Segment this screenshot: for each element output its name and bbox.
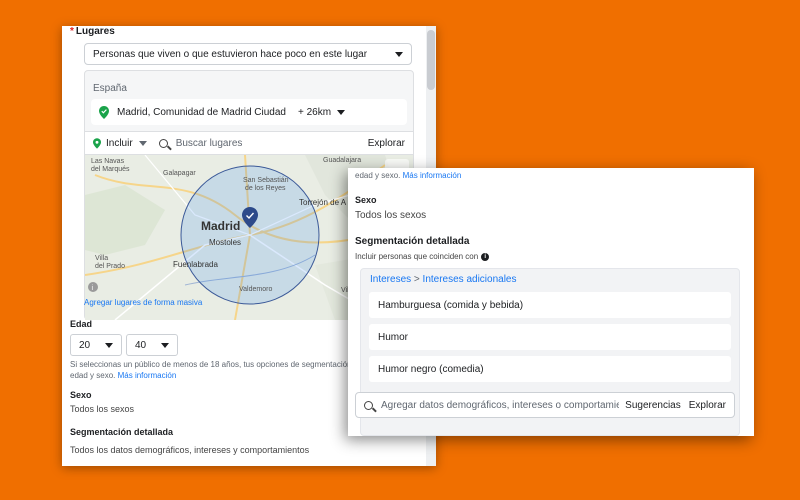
location-chip[interactable]: Madrid, Comunidad de Madrid Ciudad + 26k… <box>91 99 407 125</box>
detailed-targeting-search[interactable]: Agregar datos demográficos, intereses o … <box>355 392 735 418</box>
location-name: Madrid, Comunidad de Madrid Ciudad <box>117 106 286 118</box>
front-age-note: edad y sexo. Más información <box>355 171 462 180</box>
places-type-select[interactable]: Personas que viven o que estuvieron hace… <box>84 43 412 65</box>
detailed-targeting-value: Todos los datos demográficos, intereses … <box>70 445 310 455</box>
front-gender-value: Todos los sexos <box>355 210 427 221</box>
front-gender-label: Sexo <box>355 195 377 205</box>
gender-value: Todos los sexos <box>70 404 135 414</box>
map-label-guadalajara: Guadalajara <box>323 157 362 164</box>
bulk-locations-link[interactable]: Agregar lugares de forma masiva <box>84 298 202 307</box>
include-pin-icon <box>93 137 101 149</box>
radius-chevron-icon[interactable] <box>337 109 346 115</box>
include-dropdown[interactable]: Incluir <box>106 138 133 149</box>
location-search-row: Incluir Buscar lugares Explorar <box>85 131 413 155</box>
map-label-valdemoro: Valdemoro <box>239 286 273 293</box>
suggestions-button[interactable]: Sugerencias <box>625 400 681 411</box>
interest-item[interactable]: Hamburguesa (comida y bebida) <box>369 292 731 318</box>
chevron-down-icon <box>105 342 113 348</box>
age-range: 20 40 <box>70 334 190 356</box>
age-more-info-link[interactable]: Más información <box>118 371 177 380</box>
front-detailed-label: Segmentación detallada <box>355 236 470 247</box>
search-icon <box>364 400 373 410</box>
map-label-villa: Villa <box>95 255 109 262</box>
detailed-targeting-label: Segmentación detallada <box>70 427 174 437</box>
interests-breadcrumb: Intereses > Intereses adicionales <box>370 274 517 285</box>
map-label-las-navas: Las Navas <box>91 158 125 165</box>
age-label: Edad <box>70 319 93 329</box>
age-min-select[interactable]: 20 <box>70 334 122 356</box>
map-label-de-los-reyes: de los Reyes <box>245 185 286 192</box>
front-more-info-link[interactable]: Más información <box>403 171 462 180</box>
age-max-select[interactable]: 40 <box>126 334 178 356</box>
search-icon <box>158 138 168 148</box>
map-label-del-marques: del Marqués <box>91 166 130 173</box>
info-icon[interactable]: i <box>481 252 490 261</box>
targeting-panel-front: edad y sexo. Más información Sexo Todos … <box>348 168 754 436</box>
explore-button[interactable]: Explorar <box>689 400 726 411</box>
gender-label: Sexo <box>70 390 92 400</box>
interest-item[interactable]: Humor negro (comedia) <box>369 356 731 382</box>
age-note: Si seleccionas un público de menos de 18… <box>70 360 369 380</box>
places-label: * Lugares <box>70 26 115 37</box>
interest-item[interactable]: Humor <box>369 324 731 350</box>
country-label: España <box>93 83 127 94</box>
location-pin-icon <box>99 105 109 119</box>
include-chevron-icon[interactable] <box>138 140 147 146</box>
places-type-value: Personas que viven o que estuvieron hace… <box>93 48 368 60</box>
map-label-fuenlabrada: Fuenlabrada <box>173 260 218 269</box>
map-label-madrid: Madrid <box>201 219 241 233</box>
location-search-input[interactable]: Buscar lugares <box>176 138 368 149</box>
breadcrumb-additional-interests[interactable]: Intereses adicionales <box>423 274 517 285</box>
map-label-del-prado: del Prado <box>95 263 125 270</box>
chevron-down-icon <box>395 51 403 57</box>
detailed-search-input[interactable]: Agregar datos demográficos, intereses o … <box>381 400 619 411</box>
map-label-galapagar: Galapagar <box>163 170 196 177</box>
required-mark: * <box>70 26 74 37</box>
explore-link[interactable]: Explorar <box>368 138 405 149</box>
map-label-torrejon: Torrejón de A <box>299 198 347 207</box>
breadcrumb-interests[interactable]: Intereses <box>370 274 411 285</box>
map-label-mostoles: Mostoles <box>209 238 242 247</box>
scrollbar-thumb[interactable] <box>427 30 435 90</box>
map-label-san-sebastian: San Sebastián <box>243 177 289 184</box>
include-note: Incluir personas que coinciden con i <box>355 252 490 261</box>
chevron-down-icon <box>161 342 169 348</box>
radius-value[interactable]: + 26km <box>298 107 331 118</box>
